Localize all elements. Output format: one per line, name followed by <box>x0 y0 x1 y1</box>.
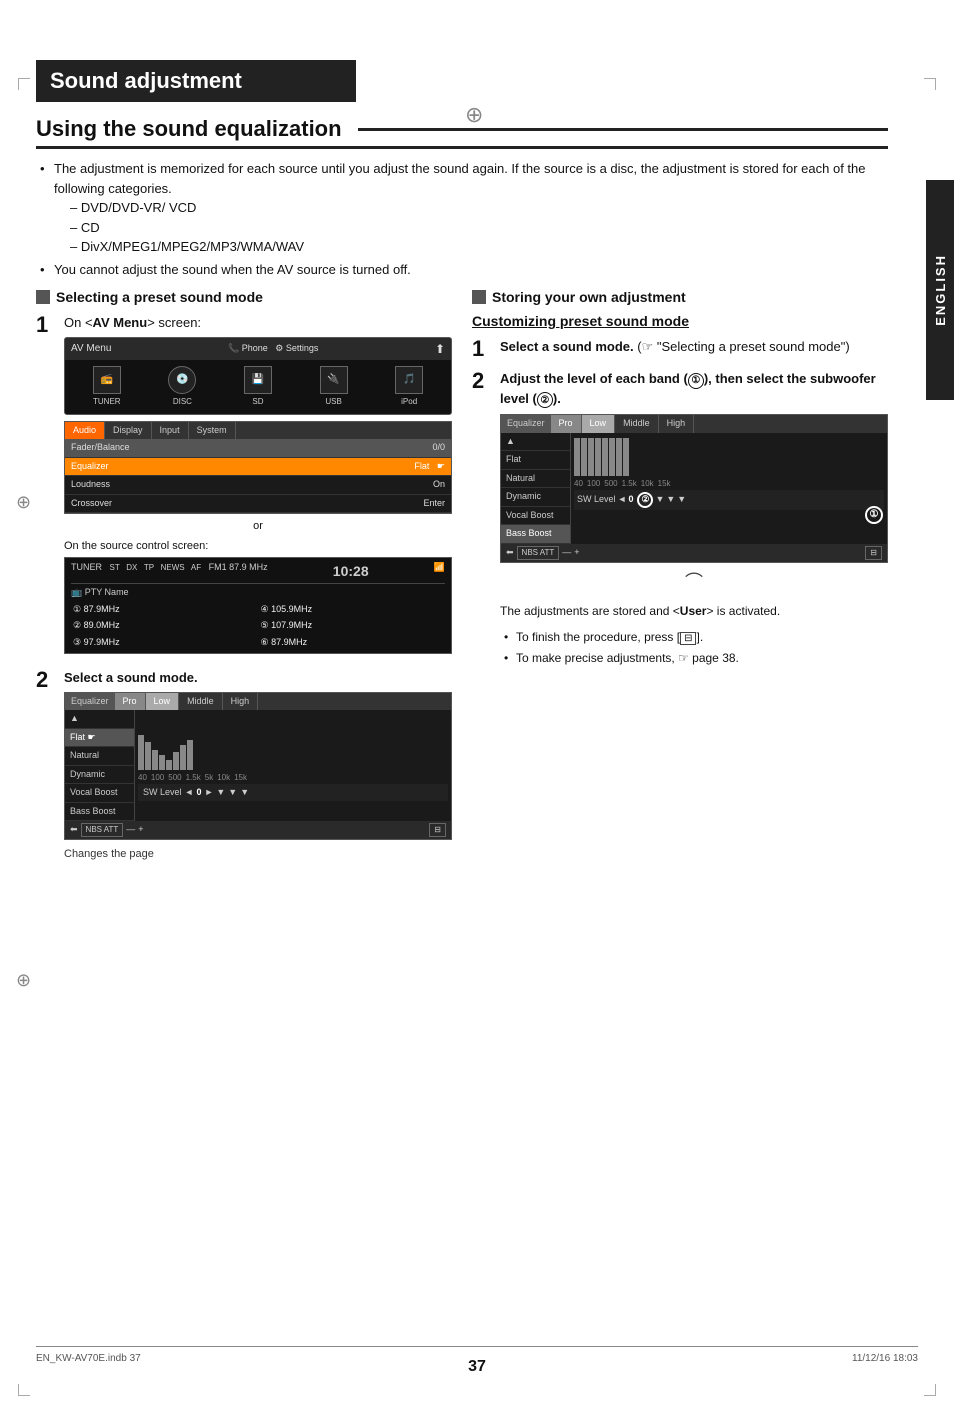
settings-table: Audio Display Input System Fader/Balance… <box>64 421 452 515</box>
sd-icon: 💾 SD <box>244 366 272 408</box>
circle-2-indicator: ② <box>637 492 653 508</box>
eq-screen-right: Equalizer Pro Low Middle High ▲ Flat Nat… <box>500 414 888 563</box>
eq-tab-low: Low <box>146 693 180 711</box>
eq-body-left: ▲ Flat ☛ Natural Dynamic Vocal Boost Bas… <box>65 710 451 821</box>
subsection-square-right <box>472 290 486 304</box>
settings-row-fader: Fader/Balance0/0 <box>65 439 451 458</box>
two-column-layout: Selecting a preset sound mode 1 On <AV M… <box>36 289 888 871</box>
left-crosshair-2: ⊕ <box>16 970 31 991</box>
bullet-2: You cannot adjust the sound when the AV … <box>40 260 888 280</box>
top-crosshair <box>465 102 489 126</box>
ipod-icon: 🎵 iPod <box>395 366 423 408</box>
settings-row-equalizer: EqualizerFlat ☛ <box>65 458 451 477</box>
eq-label: Equalizer <box>65 693 115 711</box>
bullet-1: The adjustment is memorized for each sou… <box>40 159 888 257</box>
settings-tabs: Audio Display Input System <box>65 422 451 440</box>
left-crosshair-1: ⊕ <box>16 492 31 513</box>
tuner-header: TUNER ST DX TP NEWS AF FM1 87.9 MHz 10:2… <box>71 561 445 584</box>
eq-footer-left: ⬅ NBS ATT — + ⊟ <box>65 821 451 839</box>
eq-footer-right: ⬅ NBS ATT — + ⊟ <box>501 544 887 562</box>
disc-icon: 💿 DISC <box>168 366 196 408</box>
step-1-left: 1 On <AV Menu> screen: AV Menu 📞 Phone ⚙… <box>36 313 452 660</box>
step-1-right: 1 Select a sound mode. (☞ "Selecting a p… <box>472 337 888 361</box>
settings-row-loudness: LoudnessOn <box>65 476 451 495</box>
source-control-label: On the source control screen: <box>64 538 452 555</box>
sw-level-left: SW Level ◄ 0 ► ▼ ▼ ▼ <box>138 784 448 802</box>
eq-tab-high-r: High <box>659 415 695 433</box>
tuner-icon: 📻 TUNER <box>93 366 121 408</box>
eq-tab-pro: Pro <box>115 693 146 711</box>
corner-mark-tl <box>18 78 30 90</box>
bottom-bar: EN_KW-AV70E.indb 37 11/12/16 18:03 <box>36 1346 918 1364</box>
corner-mark-tr <box>924 78 936 90</box>
tuner-screen: TUNER ST DX TP NEWS AF FM1 87.9 MHz 10:2… <box>64 557 452 654</box>
or-divider: or <box>64 518 452 535</box>
left-column: Selecting a preset sound mode 1 On <AV M… <box>36 289 452 871</box>
footnote-1: To finish the procedure, press [⊟]. <box>504 628 888 646</box>
settings-tab-audio: Audio <box>65 422 105 440</box>
eq-bars-left: 401005001.5k5k10k15k SW Level ◄ 0 ► ▼ ▼ <box>135 710 451 821</box>
step2-text: Select a sound mode. <box>64 670 198 685</box>
corner-mark-bl <box>18 1384 30 1396</box>
customizing-heading: Customizing preset sound mode <box>472 313 888 329</box>
eq-tab-pro-r: Pro <box>551 415 582 433</box>
footnote-bullets: To finish the procedure, press [⊟]. To m… <box>500 628 888 667</box>
eq-tab-middle: Middle <box>179 693 223 711</box>
subsection-square-left <box>36 290 50 304</box>
eq-modes-right: ▲ Flat Natural Dynamic Vocal Boost Bass … <box>501 433 571 544</box>
eq-modes-left: ▲ Flat ☛ Natural Dynamic Vocal Boost Bas… <box>65 710 135 821</box>
sw-controls: SW Level ◄ 0 ② ▼ ▼ ▼ <box>574 490 884 510</box>
sub-bullets: DVD/DVD-VR/ VCD CD DivX/MPEG1/MPEG2/MP3/… <box>54 198 888 257</box>
eq-label-right: Equalizer <box>501 415 551 433</box>
eq-tab-middle-r: Middle <box>615 415 659 433</box>
tuner-channels: ① 87.9MHz ④ 105.9MHz ② 89.0MHz ⑤ 107.9MH… <box>71 602 445 651</box>
settings-row-crossover: CrossoverEnter <box>65 495 451 514</box>
av-menu-bar: AV Menu 📞 Phone ⚙ Settings ⬆ <box>65 338 451 360</box>
subsection-heading-left: Selecting a preset sound mode <box>36 289 452 305</box>
corner-mark-br <box>924 1384 936 1396</box>
settings-tab-display: Display <box>105 422 152 440</box>
av-menu-icons: 📻 TUNER 💿 DISC 💾 SD <box>65 360 451 414</box>
eq-tabs-left: Equalizer Pro Low Middle High <box>65 693 451 711</box>
settings-tab-input: Input <box>152 422 189 440</box>
step-2-right: 2 Adjust the level of each band (①), the… <box>472 369 888 670</box>
curved-arrow: ⌒ <box>500 569 888 596</box>
english-sidebar: ENGLISH <box>926 180 954 400</box>
circle-1-indicator: ① <box>865 506 883 524</box>
pty-name: 📺 PTY Name <box>71 586 445 600</box>
footer-right: 11/12/16 18:03 <box>852 1353 918 1364</box>
right-column: Storing your own adjustment Customizing … <box>472 289 888 871</box>
activated-text: The adjustments are stored and <User> is… <box>500 602 888 620</box>
av-menu-ref: AV Menu <box>93 315 148 330</box>
intro-bullets: The adjustment is memorized for each sou… <box>36 159 888 279</box>
eq-screen-left: Equalizer Pro Low Middle High ▲ Flat ☛ N… <box>64 692 452 841</box>
footnote-2: To make precise adjustments, ☞ page 38. <box>504 649 888 667</box>
eq-tab-low-r: Low <box>582 415 616 433</box>
settings-tab-system: System <box>189 422 236 440</box>
section-heading: Using the sound equalization <box>36 116 888 149</box>
av-menu-screen: AV Menu 📞 Phone ⚙ Settings ⬆ 📻 TUNER 💿 <box>64 337 452 415</box>
page-content: Sound adjustment Using the sound equaliz… <box>36 60 918 871</box>
step-2-left: 2 Select a sound mode. Equalizer Pro Low… <box>36 668 452 863</box>
usb-icon: 🔌 USB <box>320 366 348 408</box>
page-title: Sound adjustment <box>36 60 356 102</box>
eq-tab-high: High <box>223 693 259 711</box>
eq-body-right: ▲ Flat Natural Dynamic Vocal Boost Bass … <box>501 433 887 544</box>
english-label: ENGLISH <box>933 254 948 326</box>
eq-bars-right-area: 401005001.5k10k15k ① SW Level ◄ 0 ② <box>571 433 887 544</box>
changes-page-caption: Changes the page <box>64 846 452 863</box>
footer-left: EN_KW-AV70E.indb 37 <box>36 1353 141 1364</box>
eq-tabs-right: Equalizer Pro Low Middle High <box>501 415 887 433</box>
subsection-heading-right: Storing your own adjustment <box>472 289 888 305</box>
